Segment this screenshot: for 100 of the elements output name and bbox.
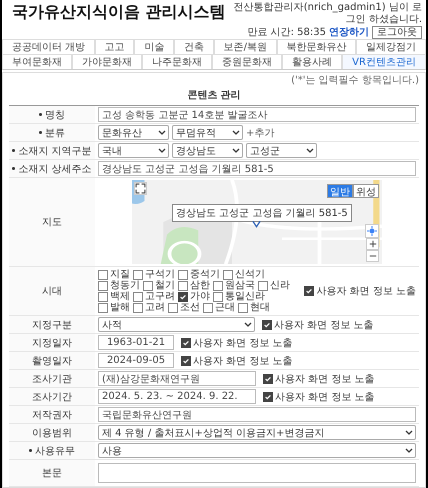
required-dot-icon	[39, 131, 42, 134]
period-option[interactable]: 원삼국	[213, 280, 255, 291]
field-label: 조사기간	[32, 390, 72, 404]
expose-option[interactable]: 사용자 화면 정보 노출	[263, 372, 375, 386]
period-option[interactable]: 중석기	[178, 269, 220, 280]
period-option[interactable]: 고려	[133, 302, 165, 313]
dropdown[interactable]: 무덤유적	[172, 125, 243, 140]
checkbox[interactable]	[203, 302, 213, 312]
zoom-in-button[interactable]	[366, 238, 379, 250]
checkbox[interactable]	[178, 280, 188, 290]
caret-icon	[158, 130, 166, 135]
period-option[interactable]: 발해	[98, 302, 130, 313]
checkbox[interactable]	[178, 292, 188, 302]
checkbox[interactable]	[133, 292, 143, 302]
checkbox[interactable]	[168, 302, 178, 312]
text-input[interactable]: (재)삼강문화재연구원	[98, 371, 256, 386]
dropdown[interactable]: 고성군	[246, 143, 317, 158]
logout-button[interactable]: 로그아웃	[372, 26, 422, 39]
checkbox[interactable]	[133, 270, 143, 280]
period-option[interactable]: 근대	[203, 302, 235, 313]
period-option[interactable]: 백제	[98, 291, 130, 302]
period-option[interactable]: 삼한	[178, 280, 210, 291]
map-address-tooltip: 경상남도 고성군 고성읍 기월리 581-5	[172, 204, 352, 222]
text-input[interactable]: 고성 송학동 고분군 14호분 발굴조사	[98, 107, 416, 122]
zoom-out-button[interactable]	[366, 250, 379, 262]
map-type-button[interactable]: 일반	[327, 184, 353, 198]
period-option[interactable]: 조선	[168, 302, 200, 313]
dropdown[interactable]: 문화유산	[98, 125, 169, 140]
checkbox[interactable]	[98, 280, 108, 290]
nav-tab[interactable]: 일제강점기	[356, 39, 426, 54]
period-option[interactable]: 고구려	[133, 291, 175, 302]
expose-option[interactable]: 사용자 화면 정보 노출	[263, 390, 375, 404]
checkbox[interactable]	[223, 270, 233, 280]
checkbox[interactable]	[263, 374, 273, 384]
checkbox[interactable]	[181, 356, 191, 366]
nav-tab[interactable]: 나주문화재	[142, 54, 212, 69]
date-input[interactable]: 2024-09-05	[98, 353, 174, 368]
extend-link[interactable]: 연장하기	[329, 26, 369, 38]
caret-icon	[244, 322, 252, 327]
checkbox[interactable]	[304, 286, 314, 296]
nav-tab[interactable]: 중원문화재	[212, 54, 282, 69]
nav-tab[interactable]: 가야문화재	[72, 54, 142, 69]
nav-tab[interactable]: 공공데이터 개방	[2, 39, 95, 54]
expose-option[interactable]: 사용자 화면 정보 노출	[181, 354, 293, 368]
dropdown[interactable]: 사적	[98, 317, 255, 332]
nav-tab[interactable]: VR컨텐츠관리	[342, 54, 426, 69]
system-title: 국가유산지식이음 관리시스템	[12, 2, 226, 23]
field-label: 본문	[42, 467, 62, 480]
period-option[interactable]: 신라	[258, 280, 290, 291]
period-option[interactable]: 가야	[178, 291, 210, 302]
checkbox[interactable]	[262, 320, 272, 330]
text-input[interactable]: 2024. 5. 23. ~ 2024. 9. 22.	[98, 389, 256, 404]
add-link[interactable]: +추가	[246, 126, 274, 140]
expose-option[interactable]: 사용자 화면 정보 노출	[304, 284, 416, 298]
checkbox[interactable]	[258, 280, 268, 290]
field-label: 촬영일자	[32, 354, 72, 368]
checkbox[interactable]	[178, 270, 188, 280]
caret-icon	[158, 148, 166, 153]
checkbox[interactable]	[213, 280, 223, 290]
checkbox[interactable]	[181, 338, 191, 348]
nav-tab[interactable]: 북한문화유산	[276, 39, 356, 54]
nav-tab[interactable]: 미술	[134, 39, 174, 54]
current-location-button[interactable]	[365, 224, 379, 238]
field-label: 명칭	[45, 108, 65, 122]
dropdown[interactable]: 경상남도	[172, 143, 243, 158]
checkbox[interactable]	[133, 302, 143, 312]
date-input[interactable]: 1963-01-21	[98, 335, 174, 350]
text-input[interactable]: 국립문화유산연구원	[98, 407, 416, 422]
checkbox[interactable]	[263, 392, 273, 402]
field-label: 지정일자	[32, 336, 72, 350]
map-type-button[interactable]: 위성	[353, 184, 379, 198]
dropdown[interactable]: 사용	[98, 443, 416, 458]
checkbox[interactable]	[238, 302, 248, 312]
checkbox[interactable]	[143, 280, 153, 290]
nav-tab[interactable]: 부여문화재	[2, 54, 72, 69]
period-option[interactable]: 지질	[98, 269, 130, 280]
caret-icon	[405, 430, 413, 435]
fullscreen-button[interactable]	[134, 182, 147, 195]
checkbox[interactable]	[98, 302, 108, 312]
period-option[interactable]: 철기	[143, 280, 175, 291]
field-label: 지도	[42, 216, 62, 229]
checkbox[interactable]	[213, 292, 223, 302]
text-input[interactable]: 경상남도 고성군 고성읍 기월리 581-5	[98, 161, 416, 176]
period-option[interactable]: 청동기	[98, 280, 140, 291]
nav-tab[interactable]: 고고	[94, 39, 134, 54]
period-option[interactable]: 구석기	[133, 269, 175, 280]
checkbox[interactable]	[98, 292, 108, 302]
expose-option[interactable]: 사용자 화면 정보 노출	[181, 336, 293, 350]
period-option[interactable]: 신석기	[223, 269, 265, 280]
period-option[interactable]: 현대	[238, 302, 270, 313]
period-option[interactable]: 통일신라	[213, 291, 265, 302]
nav-tab[interactable]: 건축	[174, 39, 214, 54]
checkbox[interactable]	[98, 270, 108, 280]
dropdown[interactable]: 제 4 유형 / 출처표시+상업적 이용금지+변경금지	[98, 425, 416, 440]
caret-icon	[232, 130, 240, 135]
expose-option[interactable]: 사용자 화면 정보 노출	[262, 318, 374, 332]
dropdown[interactable]: 국내	[98, 143, 169, 158]
nav-tab[interactable]: 보존/복원	[214, 39, 277, 54]
nav-tab[interactable]: 활용사례	[282, 54, 342, 69]
body-textarea[interactable]	[98, 463, 416, 483]
